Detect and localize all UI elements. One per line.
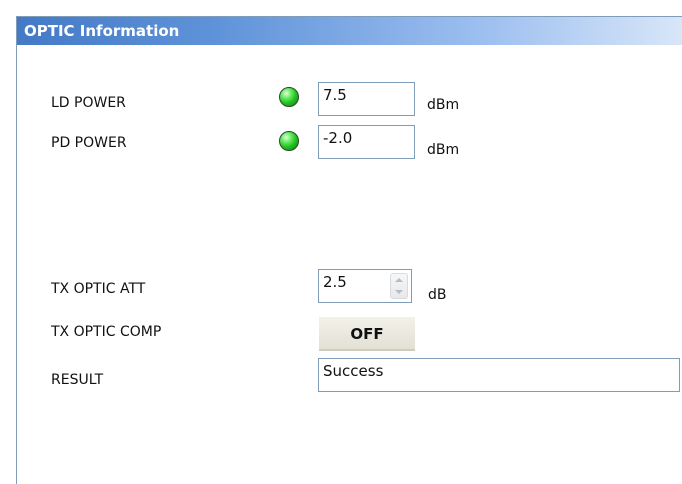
panel-title: OPTIC Information — [24, 22, 180, 40]
pd-power-label: PD POWER — [51, 135, 127, 151]
spin-up-arrow-icon[interactable] — [391, 274, 407, 286]
result-value-field: Success — [318, 358, 680, 392]
result-label: RESULT — [51, 372, 104, 388]
pd-power-unit: dBm — [427, 142, 460, 158]
tx-optic-comp-label: TX OPTIC COMP — [51, 324, 162, 340]
tx-optic-comp-toggle-button[interactable]: OFF — [319, 317, 415, 351]
tx-optic-att-label: TX OPTIC ATT — [51, 281, 146, 297]
tx-optic-att-value[interactable]: 2.5 — [323, 273, 347, 291]
ld-power-unit: dBm — [427, 97, 460, 113]
ld-power-status-led-icon — [279, 87, 299, 107]
pd-power-status-led-icon — [279, 131, 299, 151]
panel-header: OPTIC Information — [17, 17, 682, 45]
tx-optic-att-spinner[interactable]: 2.5 — [318, 269, 412, 303]
optic-information-panel: OPTIC Information LD POWER 7.5 dBm PD PO… — [16, 16, 682, 484]
ld-power-value-field: 7.5 — [318, 82, 415, 116]
tx-optic-att-unit: dB — [428, 287, 447, 303]
ld-power-label: LD POWER — [51, 95, 126, 111]
spin-down-arrow-icon[interactable] — [391, 286, 407, 298]
optic-information-page: OPTIC Information LD POWER 7.5 dBm PD PO… — [0, 0, 682, 484]
spinner-buttons — [390, 273, 408, 299]
pd-power-value-field: -2.0 — [318, 125, 415, 159]
